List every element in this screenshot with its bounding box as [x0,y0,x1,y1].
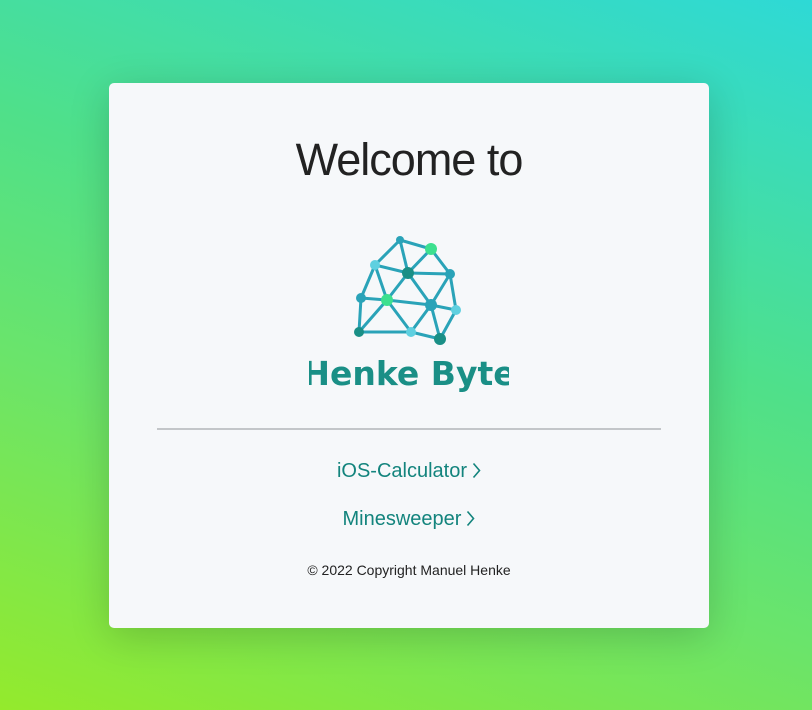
copyright-footer: © 2022 Copyright Manuel Henke [307,562,511,578]
minesweeper-link[interactable]: Minesweeper [109,507,709,533]
minesweeper-label: Minesweeper [342,508,462,530]
ios-calculator-label: iOS-Calculator [336,460,468,482]
welcome-card: Welcome to Henke Byte iOS-Calculator Min… [109,83,709,628]
page-title: Welcome to [295,134,524,185]
page: { "header": { "title": "Welcome to" }, "… [0,0,812,710]
ios-calculator-link[interactable]: iOS-Calculator [109,459,709,485]
chevron-right-icon [472,461,481,485]
henke-byte-logo[interactable]: Henke Byte [302,233,516,398]
chevron-right-icon [466,509,476,533]
network-brain-icon: Henke Byte [302,236,516,393]
divider [157,428,661,430]
brand-name: Henke Byte [309,354,509,393]
